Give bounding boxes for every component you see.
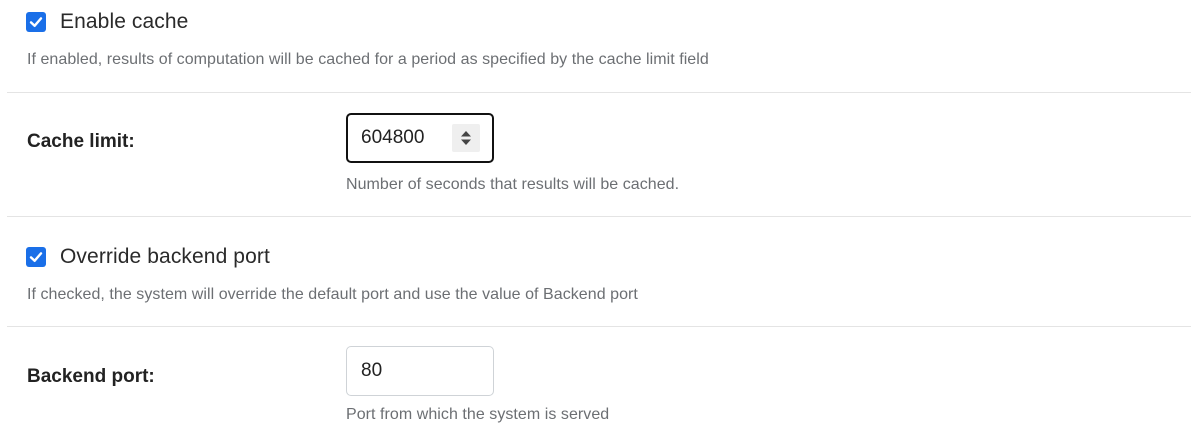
override-port-checkbox-row[interactable]: Override backend port [26, 245, 270, 269]
enable-cache-checkbox[interactable] [26, 12, 46, 32]
backend-port-value: 80 [361, 360, 383, 381]
cache-limit-value: 604800 [361, 127, 425, 148]
cache-limit-help: Number of seconds that results will be c… [346, 176, 680, 193]
override-port-help: If checked, the system will override the… [27, 286, 638, 303]
backend-port-label: Backend port: [27, 366, 155, 387]
divider [7, 92, 1191, 93]
cache-limit-input[interactable]: 604800 [346, 113, 494, 163]
override-port-checkbox[interactable] [26, 247, 46, 267]
cache-limit-label: Cache limit: [27, 131, 135, 152]
backend-port-help: Port from which the system is served [346, 406, 610, 423]
enable-cache-checkbox-row[interactable]: Enable cache [26, 10, 188, 34]
cache-limit-stepper[interactable] [452, 124, 480, 152]
override-port-label[interactable]: Override backend port [60, 245, 270, 269]
enable-cache-help: If enabled, results of computation will … [27, 51, 709, 68]
divider [7, 216, 1191, 217]
enable-cache-label[interactable]: Enable cache [60, 10, 188, 34]
backend-port-input[interactable]: 80 [346, 346, 494, 396]
check-icon [29, 252, 43, 262]
check-icon [29, 17, 43, 27]
stepper-arrows-icon [461, 131, 471, 145]
divider [7, 326, 1191, 327]
